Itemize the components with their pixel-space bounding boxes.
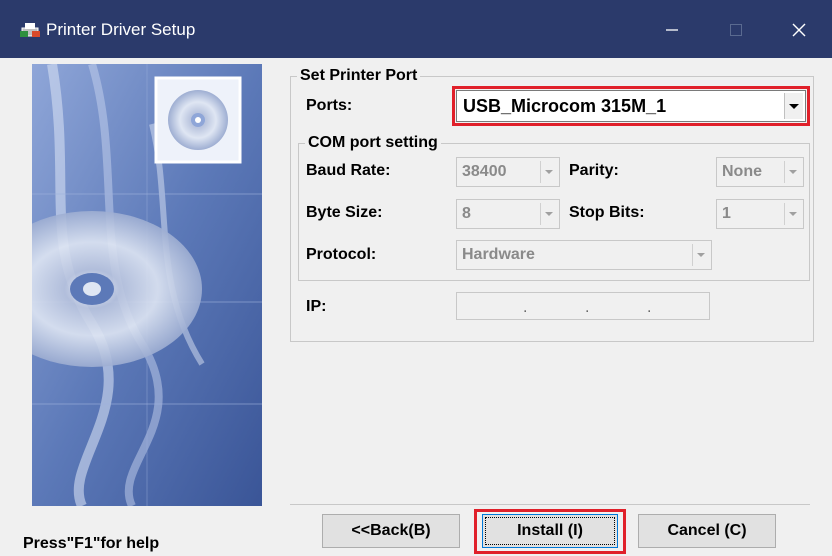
baud-rate-arrow [540, 161, 557, 183]
ports-label: Ports: [306, 97, 353, 114]
chevron-down-icon [545, 170, 553, 174]
byte-size-value: 8 [462, 205, 471, 222]
close-icon [792, 23, 806, 37]
title-bar[interactable]: Printer Driver Setup [0, 0, 832, 58]
ip-dot-1: . [523, 299, 528, 316]
minimize-button[interactable] [652, 14, 692, 46]
ip-label: IP: [306, 298, 327, 315]
dialog-body: Set Printer Port Ports: USB_Microcom 315… [0, 58, 832, 556]
help-text: Press"F1"for help [23, 535, 160, 552]
ip-dot-3: . [647, 299, 652, 316]
byte-size-arrow [540, 203, 557, 225]
protocol-value: Hardware [462, 246, 535, 263]
chevron-down-icon [697, 253, 705, 257]
minimize-icon [666, 29, 678, 31]
window-title: Printer Driver Setup [46, 20, 196, 39]
footer-separator [290, 504, 810, 505]
chevron-down-icon [789, 212, 797, 216]
protocol-label: Protocol: [306, 246, 377, 263]
printer-setup-icon [20, 23, 40, 37]
byte-size-dropdown: 8 [456, 199, 560, 229]
parity-arrow [784, 161, 801, 183]
chevron-down-icon [545, 212, 553, 216]
chevron-down-icon [789, 170, 797, 174]
maximize-button [716, 14, 756, 46]
parity-value: None [722, 163, 762, 180]
close-button[interactable] [779, 14, 819, 46]
protocol-dropdown: Hardware [456, 240, 712, 270]
ip-address-field: . . . [456, 292, 710, 320]
com-port-group-title: COM port setting [305, 134, 441, 152]
back-button[interactable]: <<Back(B) [322, 514, 460, 548]
setup-banner-image [32, 64, 262, 506]
stop-bits-dropdown: 1 [716, 199, 804, 229]
baud-rate-dropdown: 38400 [456, 157, 560, 187]
cancel-button[interactable]: Cancel (C) [638, 514, 776, 548]
baud-rate-value: 38400 [462, 163, 507, 180]
stop-bits-label: Stop Bits: [569, 204, 645, 221]
printer-port-group-title: Set Printer Port [297, 67, 421, 85]
maximize-icon [730, 24, 742, 36]
parity-dropdown: None [716, 157, 804, 187]
install-highlight-box [474, 509, 626, 554]
stop-bits-value: 1 [722, 205, 731, 222]
baud-rate-label: Baud Rate: [306, 162, 391, 179]
ports-highlight-box [452, 86, 810, 126]
byte-size-label: Byte Size: [306, 204, 383, 221]
protocol-arrow [692, 244, 709, 266]
stop-bits-arrow [784, 203, 801, 225]
ip-dot-2: . [585, 299, 590, 316]
parity-label: Parity: [569, 162, 619, 179]
